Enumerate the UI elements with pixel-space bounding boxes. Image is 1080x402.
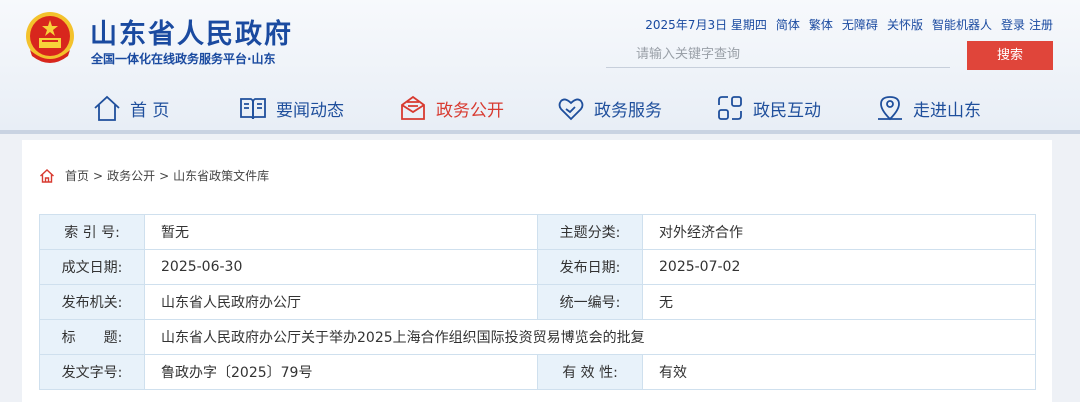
topic-label: 主题分类: bbox=[537, 214, 643, 250]
document-info-table: 索 引 号: 暂无 主题分类: 对外经济合作 成文日期: 2025-06-30 … bbox=[39, 214, 1036, 390]
interaction-icon bbox=[718, 96, 742, 120]
nav-services-label: 政务服务 bbox=[594, 100, 662, 121]
main-nav: 首 页 要闻动态 政务公开 政务服务 政民互动 走进山东 bbox=[0, 86, 1080, 130]
heart-hand-icon bbox=[558, 98, 584, 121]
site-subtitle: 全国一体化在线政务服务平台·山东 bbox=[91, 52, 276, 66]
nav-explore[interactable]: 走进山东 bbox=[875, 86, 981, 130]
breadcrumb-separator: > bbox=[159, 168, 170, 183]
current-date: 2025年7月3日 星期四 bbox=[645, 18, 767, 32]
table-row: 标 题: 山东省人民政府办公厅关于举办2025上海合作组织国际投资贸易博览会的批… bbox=[39, 319, 1036, 355]
table-row: 索 引 号: 暂无 主题分类: 对外经济合作 bbox=[39, 214, 1036, 250]
top-links: 2025年7月3日 星期四 简体 繁体 无障碍 关怀版 智能机器人 登录 注册 bbox=[645, 16, 1053, 33]
nav-explore-label: 走进山东 bbox=[913, 100, 981, 121]
book-icon bbox=[240, 98, 266, 120]
login-link[interactable]: 登录 bbox=[1001, 16, 1025, 33]
index-label: 索 引 号: bbox=[39, 214, 145, 250]
nav-interaction-label: 政民互动 bbox=[753, 100, 821, 121]
validity-label: 有 效 性: bbox=[537, 354, 643, 390]
nav-gov-open-label: 政务公开 bbox=[436, 100, 504, 121]
created-date-value: 2025-06-30 bbox=[144, 249, 538, 285]
envelope-icon bbox=[401, 95, 425, 120]
site-header: 山东省人民政府 全国一体化在线政务服务平台·山东 2025年7月3日 星期四 简… bbox=[0, 0, 1080, 134]
breadcrumb: 首页 > 政务公开 > 山东省政策文件库 bbox=[39, 167, 269, 184]
accessible-link[interactable]: 无障碍 bbox=[842, 16, 878, 33]
site-title[interactable]: 山东省人民政府 bbox=[90, 12, 293, 51]
breadcrumb-policy-library[interactable]: 山东省政策文件库 bbox=[173, 167, 269, 184]
breadcrumb-home[interactable]: 首页 bbox=[65, 167, 89, 184]
doc-title-value: 山东省人民政府办公厅关于举办2025上海合作组织国际投资贸易博览会的批复 bbox=[144, 319, 1036, 355]
breadcrumb-gov-open[interactable]: 政务公开 bbox=[107, 167, 155, 184]
published-date-label: 发布日期: bbox=[537, 249, 643, 285]
care-mode-link[interactable]: 关怀版 bbox=[887, 16, 923, 33]
home-icon bbox=[94, 95, 120, 121]
index-value: 暂无 bbox=[144, 214, 538, 250]
register-link[interactable]: 注册 bbox=[1029, 16, 1053, 33]
serial-label: 统一编号: bbox=[537, 284, 643, 320]
nav-gov-open[interactable]: 政务公开 bbox=[398, 86, 504, 130]
traditional-link[interactable]: 繁体 bbox=[809, 16, 833, 33]
search-input[interactable] bbox=[606, 42, 950, 68]
doc-number-label: 发文字号: bbox=[39, 354, 145, 390]
nav-interaction[interactable]: 政民互动 bbox=[715, 86, 821, 130]
content-panel: 首页 > 政务公开 > 山东省政策文件库 索 引 号: 暂无 主题分类: 对外经… bbox=[22, 140, 1052, 402]
search-button[interactable]: 搜索 bbox=[967, 41, 1053, 70]
doc-title-label: 标 题: bbox=[39, 319, 145, 355]
issuer-value: 山东省人民政府办公厅 bbox=[144, 284, 538, 320]
serial-value: 无 bbox=[642, 284, 1036, 320]
created-date-label: 成文日期: bbox=[39, 249, 145, 285]
national-emblem-icon bbox=[26, 12, 74, 63]
table-row: 发布机关: 山东省人民政府办公厅 统一编号: 无 bbox=[39, 284, 1036, 320]
location-person-icon bbox=[878, 96, 902, 121]
home-icon bbox=[40, 168, 54, 183]
simplified-link[interactable]: 简体 bbox=[776, 16, 800, 33]
nav-news-label: 要闻动态 bbox=[276, 100, 344, 121]
published-date-value: 2025-07-02 bbox=[642, 249, 1036, 285]
table-row: 发文字号: 鲁政办字〔2025〕79号 有 效 性: 有效 bbox=[39, 354, 1036, 390]
nav-services[interactable]: 政务服务 bbox=[556, 86, 662, 130]
robot-link[interactable]: 智能机器人 bbox=[932, 16, 992, 33]
topic-value: 对外经济合作 bbox=[642, 214, 1036, 250]
doc-number-value: 鲁政办字〔2025〕79号 bbox=[144, 354, 538, 390]
nav-news[interactable]: 要闻动态 bbox=[238, 86, 344, 130]
nav-home-label: 首 页 bbox=[130, 100, 170, 121]
nav-home[interactable]: 首 页 bbox=[92, 86, 169, 130]
issuer-label: 发布机关: bbox=[39, 284, 145, 320]
table-row: 成文日期: 2025-06-30 发布日期: 2025-07-02 bbox=[39, 249, 1036, 285]
breadcrumb-separator: > bbox=[93, 168, 104, 183]
validity-value: 有效 bbox=[642, 354, 1036, 390]
